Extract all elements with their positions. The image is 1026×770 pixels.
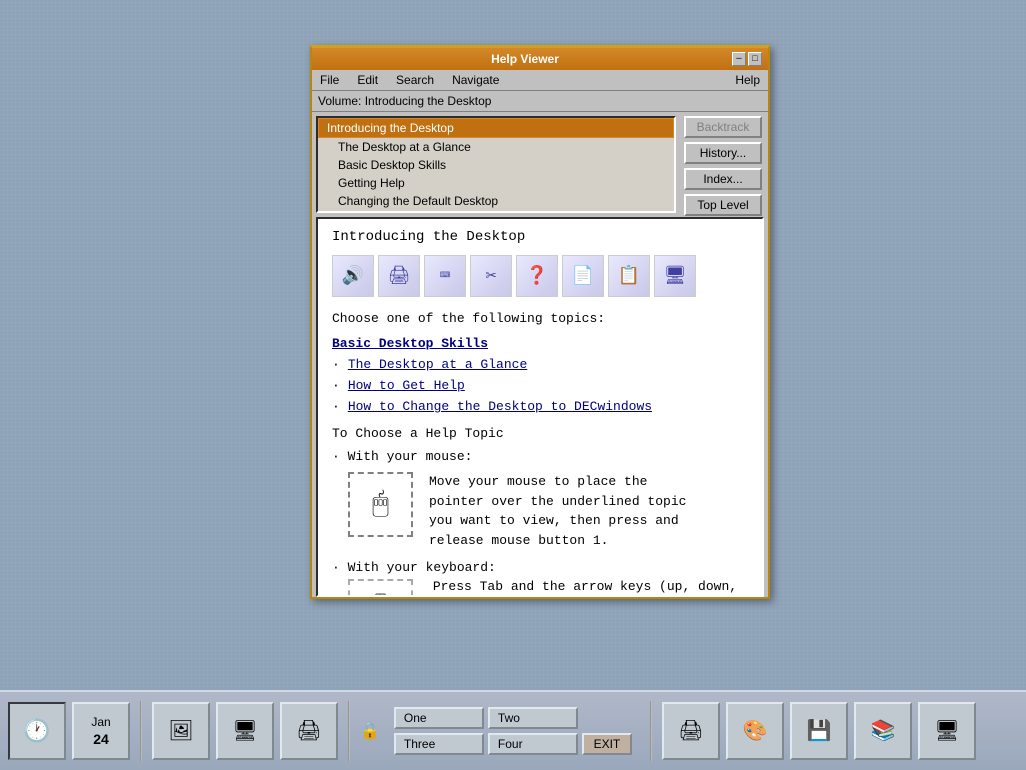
- link-item-3: · How to Change the Desktop to DECwindow…: [332, 399, 748, 414]
- icon-speaker: 🔊: [332, 255, 374, 297]
- terminal-icon: 🖥: [232, 718, 257, 744]
- icon-question: ❓: [516, 255, 558, 297]
- how-to-section: To Choose a Help Topic · With your mouse…: [332, 426, 748, 597]
- taskbar-text-area: One Two Three Four EXIT: [394, 707, 632, 755]
- link-item-0: Basic Desktop Skills: [332, 336, 748, 351]
- taskbar-row-1: One Two: [394, 707, 632, 729]
- taskbar-btn-books[interactable]: 📚: [854, 702, 912, 760]
- index-button[interactable]: Index...: [684, 168, 762, 190]
- menu-edit[interactable]: Edit: [353, 72, 382, 88]
- taskbar-four-button[interactable]: Four: [488, 733, 578, 755]
- mouse-icon: 🖱: [348, 472, 413, 537]
- help-viewer-window: Help Viewer ─ □ File Edit Search Navigat…: [310, 45, 770, 599]
- taskbar-row-2: Three Four EXIT: [394, 733, 632, 755]
- window-controls: ─ □: [732, 52, 762, 66]
- taskbar-exit-button[interactable]: EXIT: [582, 733, 632, 755]
- taskbar-two-button[interactable]: Two: [488, 707, 578, 729]
- topic-item-skills[interactable]: Basic Desktop Skills: [318, 156, 674, 174]
- content-scroll-wrapper: Introducing the Desktop 🔊 🖨 ⌨ ✂ ❓ 📄 📋 🖥 …: [312, 217, 768, 597]
- palette-icon: 🎨: [742, 718, 767, 744]
- link-basic-skills[interactable]: Basic Desktop Skills: [332, 336, 488, 351]
- taskbar-btn-print2[interactable]: 🖨: [662, 702, 720, 760]
- keyboard-section-label: · With your keyboard:: [332, 560, 748, 575]
- menu-search[interactable]: Search: [392, 72, 438, 88]
- maximize-button[interactable]: □: [748, 52, 762, 66]
- printer-icon: 🖨: [296, 718, 321, 744]
- taskbar-btn-save[interactable]: 💾: [790, 702, 848, 760]
- topics-header: Choose one of the following topics:: [332, 311, 748, 326]
- taskbar-btn-monitor[interactable]: 🖥: [918, 702, 976, 760]
- taskbar-btn-terminal[interactable]: 🖥: [216, 702, 274, 760]
- volume-label: Volume: Introducing the Desktop: [312, 91, 768, 112]
- icon-keyboard: 🖥: [654, 255, 696, 297]
- icon-row: 🔊 🖨 ⌨ ✂ ❓ 📄 📋 🖥: [332, 255, 748, 297]
- books-icon: 📚: [870, 718, 895, 744]
- clock-icon: 🕐: [23, 718, 50, 744]
- mouse-demo: 🖱 Move your mouse to place the pointer o…: [348, 472, 748, 550]
- content-area[interactable]: Introducing the Desktop 🔊 🖨 ⌨ ✂ ❓ 📄 📋 🖥 …: [316, 217, 764, 597]
- menu-navigate[interactable]: Navigate: [448, 72, 503, 88]
- topic-item-default[interactable]: Changing the Default Desktop: [318, 192, 674, 210]
- topic-item-introducing[interactable]: Introducing the Desktop: [318, 118, 674, 138]
- keyboard-demo: ⌨ Press Tab and the arrow keys (up, down…: [348, 579, 748, 597]
- mouse-instruction-text: Move your mouse to place the pointer ove…: [429, 472, 709, 550]
- title-bar: Help Viewer ─ □: [312, 48, 768, 70]
- taskbar-btn-printer[interactable]: 🖨: [280, 702, 338, 760]
- icon-keyboard2: ⌨: [424, 255, 466, 297]
- taskbar-btn-files[interactable]: 🖼: [152, 702, 210, 760]
- save-icon: 💾: [806, 718, 831, 744]
- taskbar-clock: 🕐: [8, 702, 66, 760]
- content-title: Introducing the Desktop: [332, 229, 748, 245]
- topic-item-keyboard[interactable]: Keyboard Shortcuts for the Desktop: [318, 210, 674, 213]
- files-icon: 🖼: [168, 718, 193, 744]
- menu-help[interactable]: Help: [731, 72, 764, 88]
- icon-folder: 📋: [608, 255, 650, 297]
- date-month: Jan: [91, 715, 110, 729]
- topic-list[interactable]: Introducing the Desktop The Desktop at a…: [316, 116, 676, 213]
- history-button[interactable]: History...: [684, 142, 762, 164]
- topic-item-glance[interactable]: The Desktop at a Glance: [318, 138, 674, 156]
- mouse-section-label: · With your mouse:: [332, 449, 748, 464]
- taskbar-btn-palette[interactable]: 🎨: [726, 702, 784, 760]
- navigation-panel: Introducing the Desktop The Desktop at a…: [312, 112, 768, 217]
- backtrack-button[interactable]: Backtrack: [684, 116, 762, 138]
- nav-buttons-panel: Backtrack History... Index... Top Level: [678, 112, 768, 217]
- icon-document: 📄: [562, 255, 604, 297]
- divider-3: [650, 701, 652, 761]
- lock-icon: 🔒: [360, 721, 380, 741]
- link-change-desktop[interactable]: How to Change the Desktop to DECwindows: [348, 399, 652, 414]
- icon-scissors: ✂: [470, 255, 512, 297]
- link-glance[interactable]: The Desktop at a Glance: [348, 357, 527, 372]
- how-to-header: To Choose a Help Topic: [332, 426, 748, 441]
- links-section: Basic Desktop Skills · The Desktop at a …: [332, 336, 748, 414]
- divider-2: [348, 701, 350, 761]
- link-get-help[interactable]: How to Get Help: [348, 378, 465, 393]
- window-title: Help Viewer: [318, 52, 732, 66]
- topic-item-help[interactable]: Getting Help: [318, 174, 674, 192]
- minimize-button[interactable]: ─: [732, 52, 746, 66]
- date-day: 24: [93, 731, 109, 747]
- taskbar-one-button[interactable]: One: [394, 707, 484, 729]
- menu-file[interactable]: File: [316, 72, 343, 88]
- top-level-button[interactable]: Top Level: [684, 194, 762, 216]
- divider-1: [140, 701, 142, 761]
- taskbar-date: Jan 24: [72, 702, 130, 760]
- lock-area: 🔒: [360, 721, 380, 741]
- icon-printer: 🖨: [378, 255, 420, 297]
- menu-bar: File Edit Search Navigate Help: [312, 70, 768, 91]
- content-inner: Introducing the Desktop 🔊 🖨 ⌨ ✂ ❓ 📄 📋 🖥 …: [318, 219, 762, 597]
- print2-icon: 🖨: [678, 718, 703, 744]
- link-item-1: · The Desktop at a Glance: [332, 357, 748, 372]
- monitor-icon: 🖥: [934, 718, 959, 744]
- keyboard-icon: ⌨: [348, 579, 413, 597]
- taskbar-three-button[interactable]: Three: [394, 733, 484, 755]
- link-item-2: · How to Get Help: [332, 378, 748, 393]
- taskbar: 🕐 Jan 24 🖼 🖥 🖨 🔒 One Two Three Four EXIT…: [0, 690, 1026, 770]
